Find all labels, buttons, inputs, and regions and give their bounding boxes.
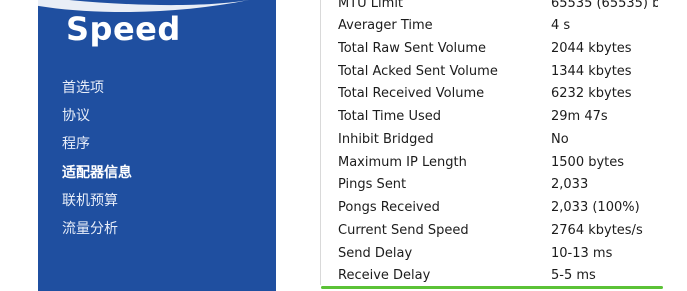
- sidebar-item-protocol[interactable]: 协议: [62, 102, 132, 130]
- detail-value: 4 s: [551, 18, 571, 33]
- detail-key: Pongs Received: [338, 200, 440, 215]
- sidebar-item-traffic-analysis[interactable]: 流量分析: [62, 215, 132, 243]
- detail-key: MTU Limit: [338, 0, 404, 11]
- detail-key: Inhibit Bridged: [338, 132, 434, 147]
- detail-key: Maximum IP Length: [338, 155, 467, 170]
- app-logo: Speed: [66, 10, 181, 48]
- detail-value: 10-13 ms: [551, 246, 613, 261]
- detail-key: Receive Delay: [338, 268, 431, 283]
- adapter-details-panel: MTU Limit 65535 (65535) bytes Averager T…: [338, 0, 658, 291]
- sidebar: Speed 首选项 协议 程序 适配器信息 联机预算 流量分析: [38, 0, 276, 291]
- detail-key: Total Received Volume: [338, 86, 485, 101]
- detail-value: 65535 (65535) bytes: [551, 0, 658, 11]
- sidebar-item-preferences[interactable]: 首选项: [62, 74, 132, 102]
- panel-divider: [320, 0, 321, 285]
- detail-value: 5-5 ms: [551, 268, 596, 283]
- sidebar-item-programs[interactable]: 程序: [62, 130, 132, 158]
- detail-key: Current Send Speed: [338, 223, 469, 238]
- detail-key: Total Raw Sent Volume: [338, 41, 487, 56]
- detail-value: 6232 kbytes: [551, 86, 632, 101]
- status-underline: [321, 286, 663, 289]
- detail-key: Total Time Used: [338, 109, 441, 124]
- detail-key: Pings Sent: [338, 177, 407, 192]
- app-window: Speed 首选项 协议 程序 适配器信息 联机预算 流量分析 MTU Limi…: [0, 0, 687, 291]
- detail-value: 1344 kbytes: [551, 64, 632, 79]
- detail-key: Send Delay: [338, 246, 413, 261]
- sidebar-item-online-estimate[interactable]: 联机预算: [62, 187, 132, 215]
- detail-key: Averager Time: [338, 18, 433, 33]
- detail-key: Total Acked Sent Volume: [338, 64, 498, 79]
- detail-value: 2,033 (100%): [551, 200, 640, 215]
- detail-value: 2764 kbytes/s: [551, 223, 643, 238]
- detail-value: 2044 kbytes: [551, 41, 632, 56]
- detail-value: No: [551, 132, 569, 147]
- detail-value: 29m 47s: [551, 109, 608, 124]
- detail-value: 1500 bytes: [551, 155, 625, 170]
- sidebar-item-adapter-info[interactable]: 适配器信息: [62, 159, 132, 187]
- detail-value: 2,033: [551, 177, 589, 192]
- sidebar-nav: 首选项 协议 程序 适配器信息 联机预算 流量分析: [62, 74, 132, 243]
